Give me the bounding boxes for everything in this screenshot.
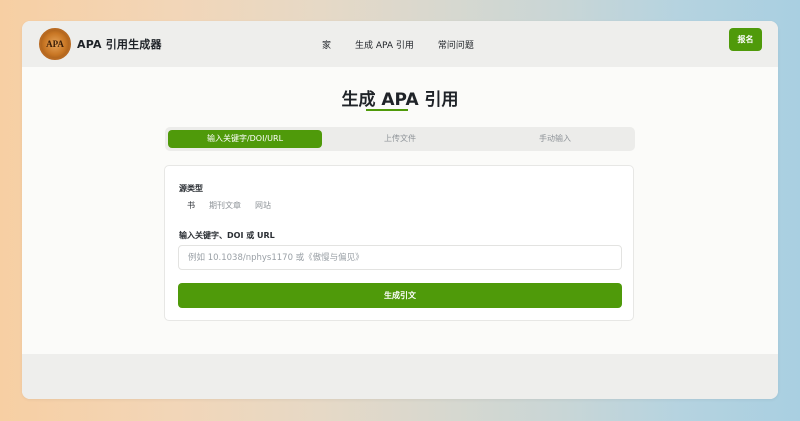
search-label: 输入关键字、DOI 或 URL xyxy=(179,231,275,240)
site-header: APA APA 引用生成器 家 生成 APA 引用 常问问题 报名 xyxy=(22,21,778,67)
nav-generate-apa[interactable]: 生成 APA 引用 xyxy=(355,38,414,51)
source-type-options: 书 期刊文章 网站 xyxy=(187,200,271,211)
search-input[interactable] xyxy=(178,245,622,270)
nav-home[interactable]: 家 xyxy=(322,38,331,51)
signup-button[interactable]: 报名 xyxy=(729,28,762,51)
source-type-label: 源类型 xyxy=(179,184,203,193)
page-footer xyxy=(22,354,778,399)
app-window: APA APA 引用生成器 家 生成 APA 引用 常问问题 报名 生成 APA… xyxy=(22,21,778,399)
brand-name: APA 引用生成器 xyxy=(77,38,162,51)
title-underline xyxy=(366,109,408,111)
tab-upload-file[interactable]: 上传文件 xyxy=(323,130,477,148)
source-type-book[interactable]: 书 xyxy=(187,200,195,211)
apa-logo: APA xyxy=(39,28,71,60)
tab-keyword-doi-url[interactable]: 输入关键字/DOI/URL xyxy=(168,130,322,148)
input-mode-tabs: 输入关键字/DOI/URL 上传文件 手动输入 xyxy=(165,127,635,151)
page-title: 生成 APA 引用 xyxy=(341,90,459,110)
source-type-website[interactable]: 网站 xyxy=(255,200,271,211)
nav-faq[interactable]: 常问问题 xyxy=(438,38,474,51)
source-type-journal-article[interactable]: 期刊文章 xyxy=(209,200,241,211)
main-nav: 家 生成 APA 引用 常问问题 xyxy=(322,38,474,51)
citation-form-card: 源类型 书 期刊文章 网站 输入关键字、DOI 或 URL 生成引文 xyxy=(164,165,634,321)
tab-manual-entry[interactable]: 手动输入 xyxy=(478,130,632,148)
generate-citation-button[interactable]: 生成引文 xyxy=(178,283,622,308)
brand[interactable]: APA APA 引用生成器 xyxy=(39,28,162,60)
logo-text: APA xyxy=(46,39,64,49)
main-content: 生成 APA 引用 输入关键字/DOI/URL 上传文件 手动输入 源类型 书 … xyxy=(22,67,778,354)
